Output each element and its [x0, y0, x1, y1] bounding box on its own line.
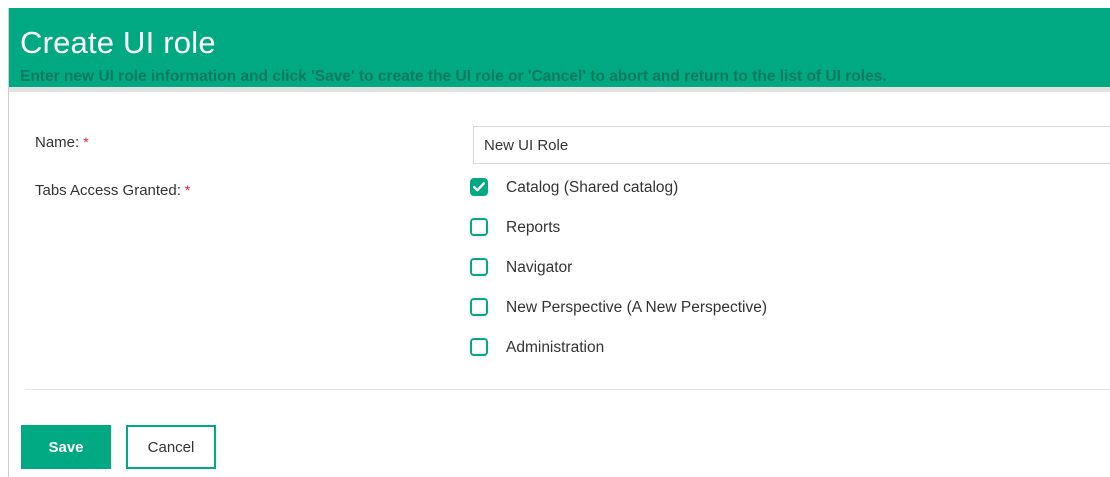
save-button[interactable]: Save: [21, 425, 111, 469]
tab-option-label: New Perspective (A New Perspective): [506, 299, 768, 316]
form-divider: [25, 389, 1110, 390]
name-input[interactable]: [473, 126, 1110, 164]
tab-option-catalog[interactable]: Catalog (Shared catalog): [470, 178, 767, 218]
checkbox[interactable]: [470, 338, 488, 356]
required-asterisk: *: [83, 134, 89, 150]
checkbox[interactable]: [470, 298, 488, 316]
tab-option-label: Catalog (Shared catalog): [506, 179, 679, 196]
create-ui-role-page: Create UI role Enter new UI role informa…: [0, 0, 1110, 477]
tab-option-administration[interactable]: Administration: [470, 338, 767, 378]
tabs-access-checklist: Catalog (Shared catalog) Reports Navigat…: [470, 178, 767, 378]
tab-option-new-perspective[interactable]: New Perspective (A New Perspective): [470, 298, 767, 338]
ui-role-form: Name:* Tabs Access Granted:* Catalog (Sh…: [9, 92, 1110, 392]
checkbox[interactable]: [470, 258, 488, 276]
page-header: Create UI role Enter new UI role informa…: [9, 8, 1110, 92]
tabs-access-label: Tabs Access Granted: *: [35, 182, 190, 199]
page-title: Create UI role: [20, 25, 216, 60]
tab-option-label: Administration: [506, 339, 605, 356]
tab-option-reports[interactable]: Reports: [470, 218, 767, 258]
name-label-text: Name:: [35, 134, 80, 151]
tab-option-navigator[interactable]: Navigator: [470, 258, 767, 298]
name-field-label: Name: *: [35, 134, 89, 151]
tab-option-label: Navigator: [506, 259, 573, 276]
required-asterisk: *: [184, 182, 191, 198]
checkmark-icon: [473, 182, 485, 192]
checkbox[interactable]: [470, 178, 488, 196]
tab-option-label: Reports: [506, 219, 561, 236]
page-instructions: Enter new UI role information and click …: [20, 68, 887, 85]
tabs-access-label-text: Tabs Access Granted:: [35, 182, 181, 199]
checkbox[interactable]: [470, 218, 488, 236]
cancel-button[interactable]: Cancel: [126, 425, 216, 469]
